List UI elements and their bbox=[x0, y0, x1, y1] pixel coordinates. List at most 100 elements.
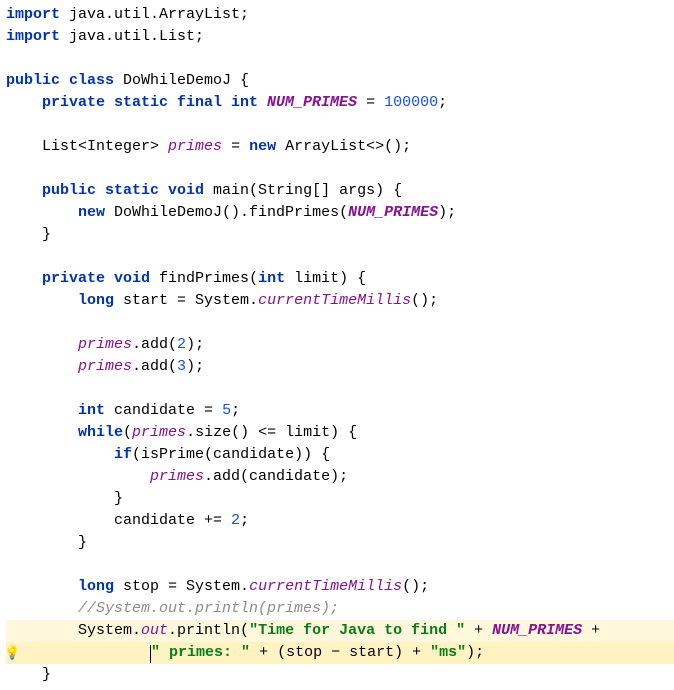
method-name: findPrimes( bbox=[150, 270, 258, 287]
indent bbox=[6, 138, 42, 155]
constructor-call: DoWhileDemoJ().findPrimes( bbox=[105, 204, 348, 221]
call-close: (); bbox=[402, 578, 429, 595]
code-line bbox=[6, 114, 674, 136]
constant-name: NUM_PRIMES bbox=[267, 94, 357, 111]
code-line: primes.add(2); bbox=[6, 334, 674, 356]
string-literal: "ms" bbox=[430, 644, 466, 661]
static-method: currentTimeMillis bbox=[249, 578, 402, 595]
println: .println( bbox=[168, 622, 249, 639]
semicolon: ; bbox=[438, 94, 447, 111]
condition: .size() <= limit) { bbox=[186, 424, 357, 441]
indent bbox=[6, 622, 78, 639]
method-call: .add( bbox=[132, 358, 177, 375]
keyword-public-class: public class bbox=[6, 72, 114, 89]
close-paren: ); bbox=[186, 336, 204, 353]
indent bbox=[6, 182, 42, 199]
assign-op: = bbox=[222, 138, 249, 155]
indent bbox=[6, 358, 78, 375]
code-line: int candidate = 5; bbox=[6, 400, 674, 422]
close-paren: ); bbox=[466, 644, 484, 661]
static-method: currentTimeMillis bbox=[258, 292, 411, 309]
code-line: new DoWhileDemoJ().findPrimes(NUM_PRIMES… bbox=[6, 202, 674, 224]
comment: //System.out.println(primes); bbox=[78, 600, 339, 617]
close-brace: } bbox=[6, 534, 87, 551]
code-line bbox=[6, 554, 674, 576]
close-brace: } bbox=[6, 666, 51, 683]
code-line: primes.add(candidate); bbox=[6, 466, 674, 488]
code-line: import java.util.ArrayList; bbox=[6, 4, 674, 26]
indent bbox=[6, 336, 78, 353]
indent bbox=[6, 468, 150, 485]
code-line: private void findPrimes(int limit) { bbox=[6, 268, 674, 290]
indent bbox=[6, 402, 78, 419]
code-line: long stop = System.currentTimeMillis(); bbox=[6, 576, 674, 598]
var-decl: stop = System. bbox=[114, 578, 249, 595]
constructor: ArrayList<>(); bbox=[276, 138, 411, 155]
code-line-active: 💡 " primes: " + (stop − start) + "ms"); bbox=[6, 642, 674, 664]
code-line: } bbox=[6, 224, 674, 246]
open-paren: ( bbox=[123, 424, 132, 441]
keyword-while: while bbox=[78, 424, 123, 441]
indent bbox=[6, 270, 42, 287]
string-literal: "Time for Java to find " bbox=[249, 622, 465, 639]
number-literal: 5 bbox=[222, 402, 231, 419]
method-call: .add(candidate); bbox=[204, 468, 348, 485]
number-literal: 100000 bbox=[384, 94, 438, 111]
var-decl: start = System. bbox=[114, 292, 258, 309]
indent bbox=[6, 578, 78, 595]
string-literal: " primes: " bbox=[151, 644, 250, 661]
code-line bbox=[6, 158, 674, 180]
constant-ref: NUM_PRIMES bbox=[492, 622, 582, 639]
indent bbox=[6, 446, 114, 463]
code-line: import java.util.List; bbox=[6, 26, 674, 48]
code-line: private static final int NUM_PRIMES = 10… bbox=[6, 92, 674, 114]
keyword-long: long bbox=[78, 292, 114, 309]
indent bbox=[6, 600, 78, 617]
import-package: java.util.List; bbox=[60, 28, 204, 45]
code-line: List<Integer> primes = new ArrayList<>()… bbox=[6, 136, 674, 158]
import-package: java.util.ArrayList; bbox=[60, 6, 249, 23]
keyword-int: int bbox=[78, 402, 105, 419]
field-ref: primes bbox=[78, 336, 132, 353]
system-ref: System. bbox=[78, 622, 141, 639]
type-name: List<Integer> bbox=[42, 138, 168, 155]
method-signature: main(String[] args) { bbox=[204, 182, 402, 199]
indent bbox=[6, 644, 150, 661]
code-line: long start = System.currentTimeMillis(); bbox=[6, 290, 674, 312]
code-line: if(isPrime(candidate)) { bbox=[6, 444, 674, 466]
indent bbox=[6, 292, 78, 309]
text-cursor bbox=[150, 645, 151, 663]
code-line: public class DoWhileDemoJ { bbox=[6, 70, 674, 92]
code-line: while(primes.size() <= limit) { bbox=[6, 422, 674, 444]
close-brace: } bbox=[6, 490, 123, 507]
code-line bbox=[6, 246, 674, 268]
indent bbox=[6, 424, 78, 441]
assign-op: = bbox=[357, 94, 384, 111]
keyword-int: int bbox=[258, 270, 285, 287]
condition: (isPrime(candidate)) { bbox=[132, 446, 330, 463]
lightbulb-icon[interactable]: 💡 bbox=[4, 644, 20, 664]
constant-ref: NUM_PRIMES bbox=[348, 204, 438, 221]
keyword-new: new bbox=[249, 138, 276, 155]
semicolon: ; bbox=[231, 402, 240, 419]
number-literal: 3 bbox=[177, 358, 186, 375]
code-line: candidate += 2; bbox=[6, 510, 674, 532]
keyword-import: import bbox=[6, 28, 60, 45]
keyword-new: new bbox=[78, 204, 105, 221]
keyword-import: import bbox=[6, 6, 60, 23]
code-line bbox=[6, 48, 674, 70]
concat-op: + bbox=[582, 622, 600, 639]
field-modifiers: private static final int bbox=[6, 94, 267, 111]
indent bbox=[6, 204, 78, 221]
code-line: public static void main(String[] args) { bbox=[6, 180, 674, 202]
code-editor[interactable]: import java.util.ArrayList; import java.… bbox=[6, 4, 674, 686]
keyword-if: if bbox=[114, 446, 132, 463]
call-close: (); bbox=[411, 292, 438, 309]
keyword-long: long bbox=[78, 578, 114, 595]
code-line: } bbox=[6, 532, 674, 554]
field-ref: primes bbox=[78, 358, 132, 375]
code-line: } bbox=[6, 488, 674, 510]
code-line bbox=[6, 312, 674, 334]
param: limit) { bbox=[285, 270, 366, 287]
semicolon: ; bbox=[240, 512, 249, 529]
